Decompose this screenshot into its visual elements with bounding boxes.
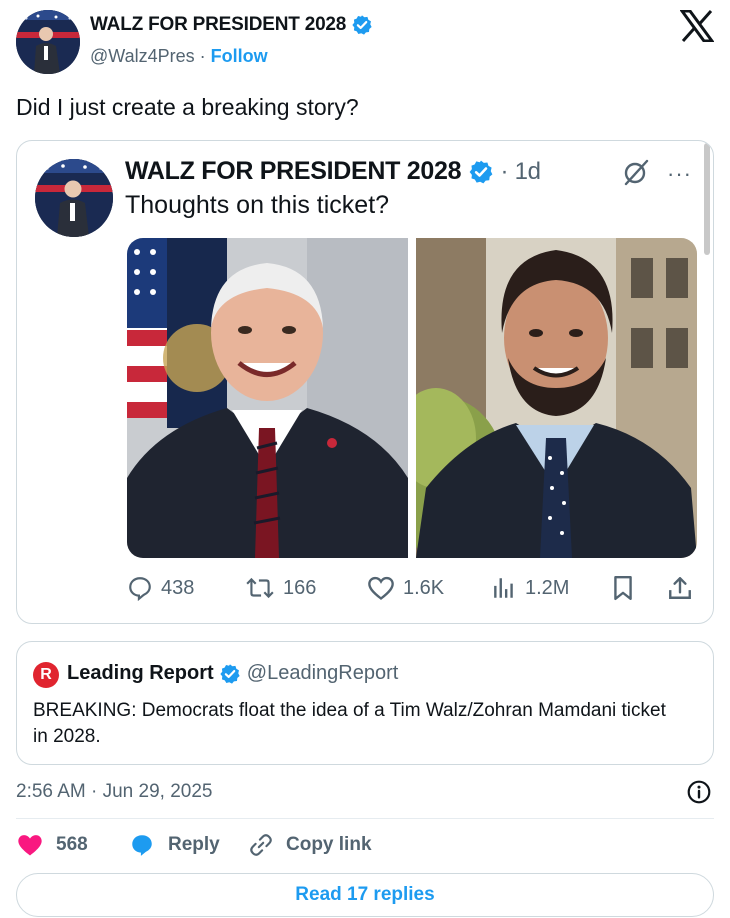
view-count: 1.2M	[525, 576, 570, 599]
views-action[interactable]: 1.2M	[491, 573, 569, 603]
like-action[interactable]: 1.6K	[367, 573, 444, 603]
follow-button[interactable]: Follow	[211, 46, 268, 66]
quoted-author-name-text[interactable]: WALZ FOR PRESIDENT 2028	[125, 157, 462, 185]
engagement-row: 568 Reply Copy link	[16, 832, 714, 862]
author-name[interactable]: WALZ FOR PRESIDENT 2028	[90, 14, 373, 36]
leading-report-logo[interactable]: R	[33, 662, 59, 688]
leading-report-name[interactable]: Leading Report	[67, 662, 214, 684]
like-button[interactable]: 568	[16, 832, 88, 858]
quoted-text: Thoughts on this ticket?	[125, 191, 390, 219]
grok-icon[interactable]	[621, 157, 651, 187]
verified-badge-icon	[220, 664, 240, 684]
share-icon	[669, 577, 691, 599]
leading-report-header[interactable]: Leading Report @LeadingReport	[67, 662, 398, 685]
info-icon[interactable]	[686, 779, 712, 805]
author-handle[interactable]: @Walz4Pres	[90, 46, 195, 66]
handle-line: @Walz4Pres · Follow	[90, 46, 268, 67]
tweet-timestamp[interactable]: 2:56 AM · Jun 29, 2025	[16, 781, 212, 803]
bookmark-icon	[614, 575, 632, 601]
photo-mamdani[interactable]	[416, 238, 697, 558]
like-count-footer: 568	[56, 834, 88, 855]
divider	[16, 818, 714, 819]
repost-action[interactable]: 166	[245, 573, 316, 603]
quoted-author-name[interactable]: WALZ FOR PRESIDENT 2028 · 1d	[125, 157, 541, 186]
heart-icon	[368, 576, 394, 600]
leading-report-handle[interactable]: @LeadingReport	[247, 662, 399, 684]
repost-count: 166	[283, 576, 317, 599]
verified-badge-icon	[469, 161, 493, 184]
leading-report-text: BREAKING: Democrats float the idea of a …	[33, 700, 666, 747]
reply-button[interactable]: Reply	[128, 832, 220, 858]
more-options-icon[interactable]: ···	[667, 161, 692, 187]
quoted-author-avatar[interactable]	[35, 159, 113, 237]
author-avatar[interactable]	[16, 10, 80, 74]
photo-walz[interactable]	[127, 238, 408, 558]
reply-count: 438	[161, 576, 195, 599]
repost-icon	[246, 577, 274, 599]
views-icon	[494, 578, 513, 598]
verified-badge-icon	[352, 15, 372, 35]
share-action[interactable]	[667, 573, 693, 603]
reply-icon	[129, 577, 151, 601]
scrollbar[interactable]	[704, 143, 710, 255]
like-count: 1.6K	[403, 576, 445, 599]
reply-bubble-icon	[132, 835, 152, 856]
leading-report-card[interactable]: R Leading Report @LeadingReport BREAKING…	[16, 641, 714, 765]
quoted-actions-row: 438 166 1.6K 1.2M	[127, 573, 697, 603]
heart-filled-icon	[18, 835, 42, 856]
author-name-text[interactable]: WALZ FOR PRESIDENT 2028	[90, 14, 346, 35]
separator: ·	[199, 46, 206, 66]
quoted-time[interactable]: · 1d	[501, 158, 541, 185]
read-replies-button[interactable]: Read 17 replies	[16, 873, 714, 917]
link-icon	[250, 834, 272, 856]
x-logo-icon[interactable]	[679, 9, 715, 43]
reply-action[interactable]: 438	[127, 573, 194, 603]
bookmark-action[interactable]	[611, 573, 635, 603]
quoted-tweet-card[interactable]: WALZ FOR PRESIDENT 2028 · 1d ··· Thought…	[16, 140, 714, 624]
copy-link-label: Copy link	[286, 834, 372, 855]
tweet-text: Did I just create a breaking story?	[16, 94, 359, 120]
copy-link-button[interactable]: Copy link	[248, 832, 372, 858]
reply-label: Reply	[168, 834, 220, 855]
